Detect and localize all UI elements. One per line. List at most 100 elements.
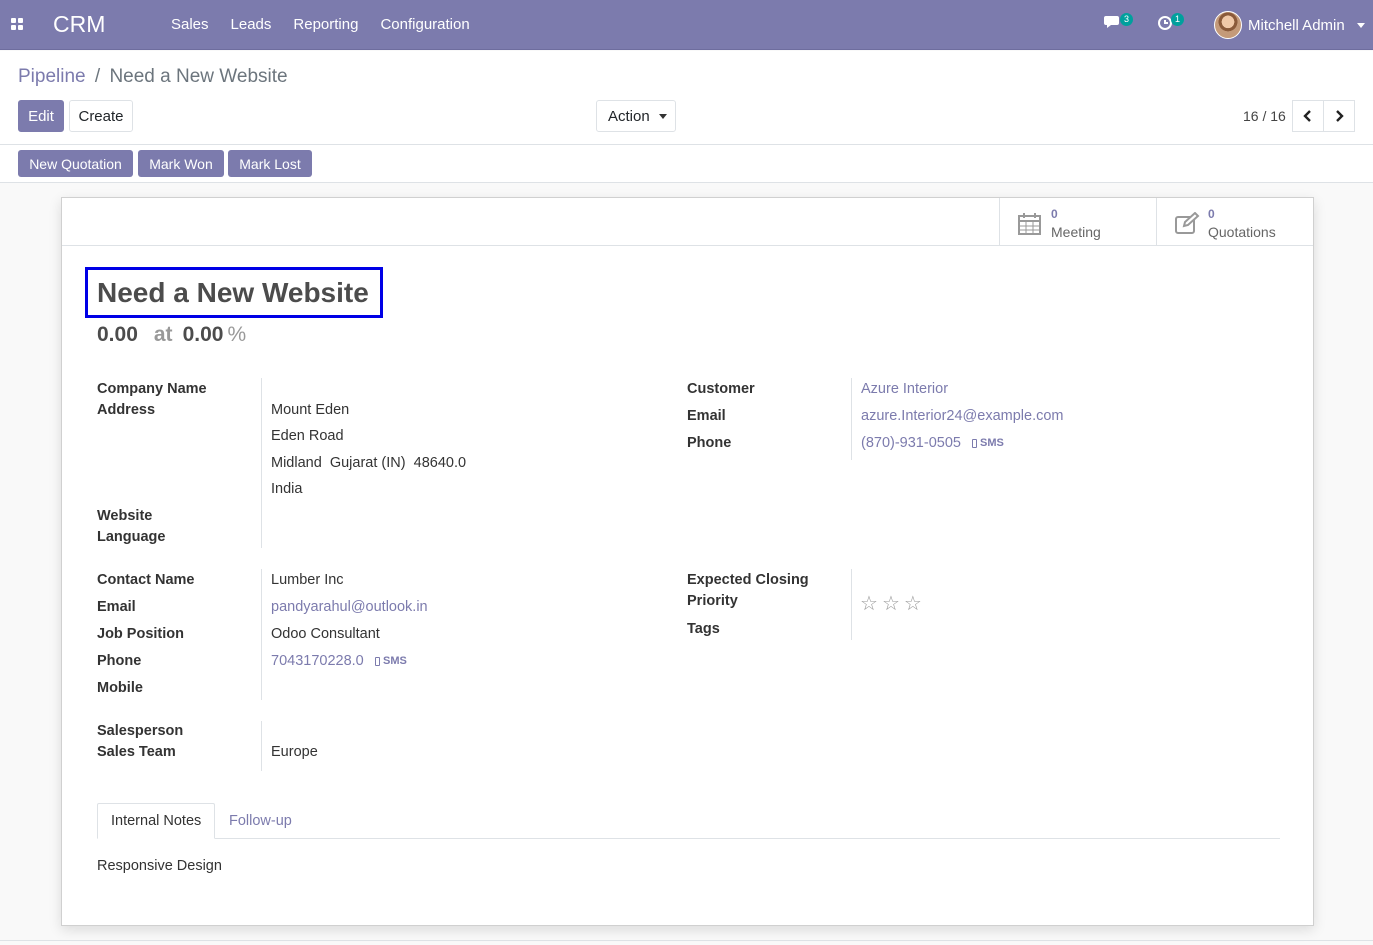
job-position-label: Job Position bbox=[97, 626, 184, 642]
chevron-down-icon bbox=[1356, 22, 1365, 28]
quotations-smart-button[interactable]: 0 Quotations bbox=[1156, 198, 1313, 245]
page-bottom-divider bbox=[0, 940, 1373, 941]
customer-link[interactable]: Azure Interior bbox=[861, 381, 948, 397]
notebook-tabs: Internal Notes Follow-up bbox=[97, 803, 1280, 839]
lead-title: Need a New Website bbox=[97, 277, 369, 308]
edit-button[interactable]: Edit bbox=[18, 100, 64, 132]
contact-email-link[interactable]: pandyarahul@outlook.in bbox=[271, 599, 428, 615]
messages-icon[interactable]: 3 bbox=[1104, 13, 1134, 33]
expected-revenue-row: 0.00 at 0.00% bbox=[97, 323, 246, 347]
chevron-down-icon bbox=[658, 113, 667, 119]
probability: 0.00 bbox=[182, 323, 224, 346]
address-country: India bbox=[271, 481, 303, 497]
company-name-label: Company Name bbox=[97, 381, 207, 397]
field-separator bbox=[261, 569, 262, 700]
mark-won-button[interactable]: Mark Won bbox=[138, 150, 224, 177]
quotations-label: Quotations bbox=[1208, 224, 1276, 240]
star-icon[interactable]: ☆ bbox=[860, 591, 878, 616]
at-label: at bbox=[153, 323, 173, 346]
contact-name-label: Contact Name bbox=[97, 572, 195, 588]
expected-revenue: 0.00 bbox=[97, 323, 138, 346]
contact-sms-button[interactable]: SMS bbox=[375, 655, 407, 667]
mobile-icon bbox=[972, 438, 977, 448]
control-panel: Pipeline / Need a New Website Edit Creat… bbox=[0, 51, 1373, 145]
pager-next-button[interactable] bbox=[1323, 100, 1355, 132]
mobile-label: Mobile bbox=[97, 680, 143, 696]
tab-internal-notes[interactable]: Internal Notes bbox=[97, 803, 216, 839]
sms-label: SMS bbox=[383, 655, 407, 667]
phone-label: Phone bbox=[687, 435, 732, 451]
apps-menu-icon[interactable] bbox=[11, 18, 24, 31]
star-icon[interactable]: ☆ bbox=[904, 591, 922, 616]
sms-label: SMS bbox=[980, 437, 1004, 449]
email-label: Email bbox=[687, 408, 726, 424]
job-position-value: Odoo Consultant bbox=[271, 626, 380, 642]
user-name: Mitchell Admin bbox=[1248, 16, 1345, 34]
action-label: Action bbox=[608, 107, 650, 125]
avatar bbox=[1214, 11, 1242, 39]
main-menu: Sales Leads Reporting Configuration bbox=[171, 16, 470, 33]
field-separator bbox=[851, 378, 852, 460]
star-icon[interactable]: ☆ bbox=[882, 591, 900, 616]
action-dropdown[interactable]: Action bbox=[596, 100, 676, 132]
expected-closing-label: Expected Closing bbox=[687, 572, 809, 588]
percent-sign: % bbox=[227, 323, 247, 346]
breadcrumb: Pipeline / Need a New Website bbox=[18, 66, 288, 88]
chevron-left-icon bbox=[1303, 110, 1311, 122]
create-button[interactable]: Create bbox=[69, 100, 133, 132]
activities-icon[interactable]: 1 bbox=[1157, 13, 1185, 33]
contact-name-value: Lumber Inc bbox=[271, 572, 344, 588]
chevron-right-icon bbox=[1336, 110, 1344, 122]
customer-phone-link[interactable]: (870)-931-0505 bbox=[861, 435, 961, 451]
calendar-icon bbox=[1018, 213, 1041, 235]
meeting-label: Meeting bbox=[1051, 224, 1101, 240]
field-separator bbox=[261, 378, 262, 548]
website-label: Website bbox=[97, 508, 153, 524]
messages-count-badge: 3 bbox=[1120, 13, 1134, 26]
field-separator bbox=[851, 569, 852, 640]
smart-button-box: 0 Meeting 0 Quotations bbox=[999, 198, 1313, 246]
form-sheet: 0 Meeting 0 Quotations Need a New Websit… bbox=[61, 197, 1314, 926]
customer-label: Customer bbox=[687, 381, 755, 397]
address-label: Address bbox=[97, 402, 156, 418]
priority-label: Priority bbox=[687, 593, 738, 609]
contact-email-label: Email bbox=[97, 599, 136, 615]
priority-stars: ☆ ☆ ☆ bbox=[860, 591, 922, 616]
salesperson-label: Salesperson bbox=[97, 723, 184, 739]
edit-icon bbox=[1175, 212, 1200, 234]
address-street2: Eden Road bbox=[271, 428, 344, 444]
meeting-smart-button[interactable]: 0 Meeting bbox=[999, 198, 1156, 245]
tags-label: Tags bbox=[687, 621, 720, 637]
address-street: Mount Eden bbox=[271, 402, 350, 418]
pager-value[interactable]: 16 / 16 bbox=[1243, 108, 1286, 124]
menu-item-configuration[interactable]: Configuration bbox=[380, 16, 469, 33]
top-navbar: CRM Sales Leads Reporting Configuration … bbox=[0, 0, 1373, 50]
new-quotation-button[interactable]: New Quotation bbox=[18, 150, 133, 177]
breadcrumb-separator: / bbox=[94, 66, 101, 87]
quotations-count: 0 bbox=[1208, 207, 1215, 221]
user-menu[interactable]: Mitchell Admin bbox=[1214, 11, 1365, 39]
status-bar: New Quotation Mark Won Mark Lost bbox=[0, 145, 1373, 183]
menu-item-sales[interactable]: Sales bbox=[171, 16, 209, 33]
address-city-state-zip: Midland Gujarat (IN) 48640.0 bbox=[271, 455, 467, 471]
tab-follow-up[interactable]: Follow-up bbox=[216, 803, 305, 839]
sales-team-label: Sales Team bbox=[97, 744, 176, 760]
menu-item-reporting[interactable]: Reporting bbox=[293, 16, 358, 33]
pager-previous-button[interactable] bbox=[1292, 100, 1324, 132]
mark-lost-button[interactable]: Mark Lost bbox=[228, 150, 312, 177]
menu-item-leads[interactable]: Leads bbox=[231, 16, 272, 33]
contact-phone-label: Phone bbox=[97, 653, 142, 669]
activities-count-badge: 1 bbox=[1171, 13, 1185, 26]
customer-email-link[interactable]: azure.Interior24@example.com bbox=[861, 408, 1064, 424]
internal-notes-text[interactable]: Responsive Design bbox=[97, 858, 222, 874]
field-separator bbox=[261, 721, 262, 771]
contact-phone-link[interactable]: 7043170228.0 bbox=[271, 653, 364, 669]
breadcrumb-pipeline-link[interactable]: Pipeline bbox=[18, 66, 86, 87]
app-name[interactable]: CRM bbox=[53, 11, 105, 38]
sales-team-value: Europe bbox=[271, 744, 318, 760]
language-label: Language bbox=[97, 529, 166, 545]
meeting-count: 0 bbox=[1051, 207, 1058, 221]
customer-sms-button[interactable]: SMS bbox=[972, 437, 1004, 449]
breadcrumb-current: Need a New Website bbox=[109, 66, 288, 87]
mobile-icon bbox=[375, 656, 380, 666]
